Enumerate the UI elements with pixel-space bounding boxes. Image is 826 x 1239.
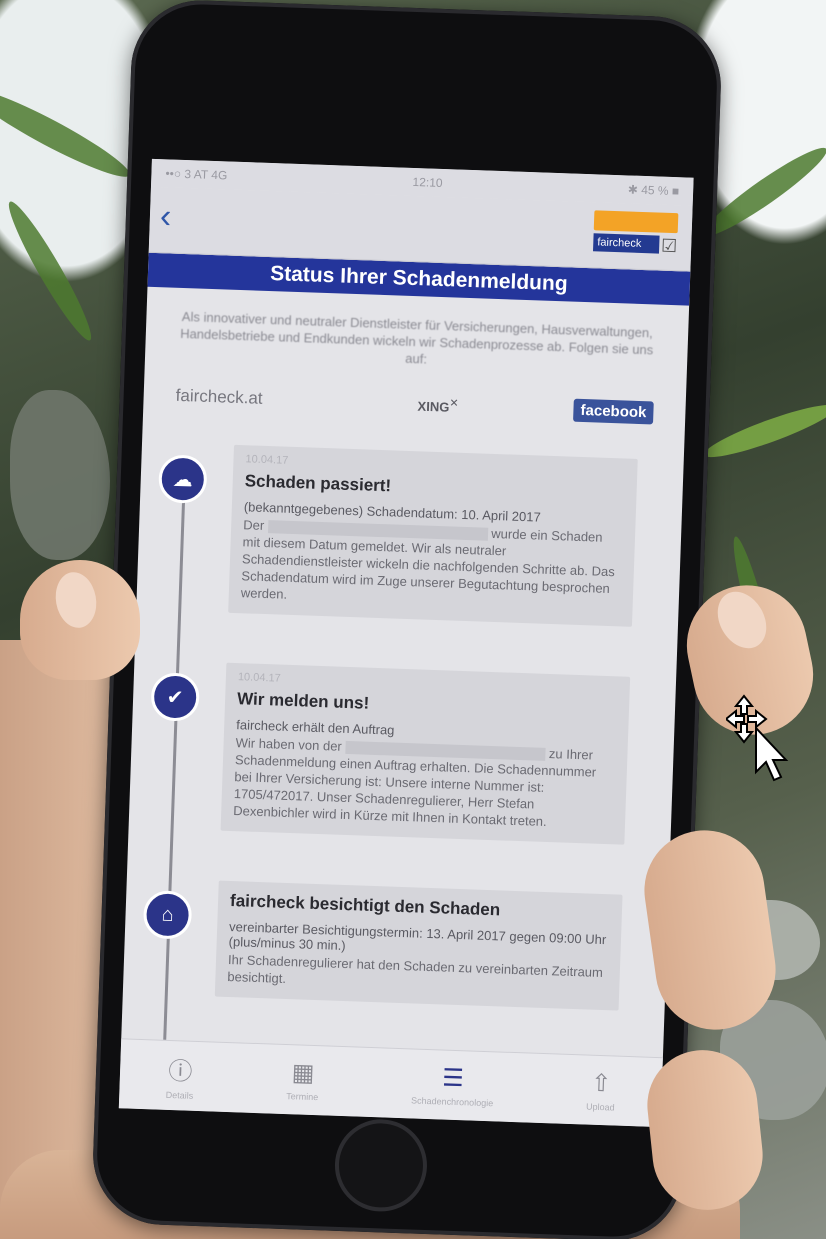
damage-timeline: ☁ 10.04.17 Schaden passiert! (bekanntgeg… <box>123 412 685 1059</box>
home-button[interactable] <box>333 1117 429 1214</box>
timeline-item-wir-melden-uns: ✔ 10.04.17 Wir melden uns! faircheck erh… <box>139 660 657 846</box>
tab-schadenchronologie[interactable]: ☰ Schadenchronologie <box>410 1062 495 1109</box>
timeline-card: faircheck besichtigt den Schaden vereinb… <box>214 880 623 1011</box>
info-icon: ⓘ <box>167 1057 193 1086</box>
carrier-signal: ••○ 3 AT 4G <box>165 166 228 183</box>
timeline-card: 10.04.17 Wir melden uns! faircheck erhäl… <box>220 662 631 845</box>
move-cursor-icon <box>726 694 789 782</box>
upload-icon: ⇧ <box>590 1069 612 1098</box>
chevron-left-icon[interactable]: ‹ <box>159 197 172 235</box>
xing-logo-icon: ✕ <box>449 397 459 410</box>
tab-termine[interactable]: ▦ Termine <box>286 1058 319 1102</box>
logo-text: faircheck <box>592 233 660 254</box>
tab-upload[interactable]: ⇧ Upload <box>586 1069 616 1113</box>
timeline-title: faircheck besichtigt den Schaden <box>229 891 501 920</box>
timeline-card: 10.04.17 Schaden passiert! (bekanntgegeb… <box>228 444 638 627</box>
home-icon: ⌂ <box>142 890 193 940</box>
tab-label: Termine <box>286 1091 319 1103</box>
app-screen: ••○ 3 AT 4G 12:10 ✱ 45 % ■ ‹ faircheck ☑… <box>118 158 694 1128</box>
calendar-icon: ▦ <box>291 1059 315 1088</box>
check-icon: ✔ <box>150 672 201 722</box>
faircheck-logo: faircheck ☑ <box>592 210 679 257</box>
body-text-pre: Der <box>242 517 265 533</box>
logo-orange-bar <box>593 210 679 234</box>
tab-details[interactable]: ⓘ Details <box>166 1051 195 1101</box>
facebook-link[interactable]: facebook <box>573 398 654 424</box>
timeline-body: Wir haben von der zu Ihrer Schadenmeldun… <box>233 734 616 832</box>
smartphone: ••○ 3 AT 4G 12:10 ✱ 45 % ■ ‹ faircheck ☑… <box>90 0 724 1239</box>
timeline-body: Der wurde ein Schaden mit diesem Datum g… <box>241 516 624 614</box>
status-time: 12:10 <box>412 174 443 190</box>
check-square-icon: ☑ <box>660 235 678 257</box>
xing-label: XING <box>417 398 450 415</box>
tab-label: Schadenchronologie <box>410 1095 494 1109</box>
tab-label: Upload <box>585 1101 615 1113</box>
timeline-item-besichtigung: ⌂ faircheck besichtigt den Schaden verei… <box>133 878 649 1012</box>
timeline-item-schaden-passiert: ☁ 10.04.17 Schaden passiert! (bekanntgeg… <box>146 442 664 628</box>
faircheck-link[interactable]: faircheck.at <box>175 386 263 409</box>
tab-bar: ⓘ Details ▦ Termine ☰ Schadenchronologie… <box>118 1038 663 1128</box>
cloud-rain-icon: ☁ <box>157 454 208 504</box>
tab-label: Details <box>165 1089 194 1101</box>
battery-indicator: ✱ 45 % ■ <box>627 182 680 199</box>
body-text-pre: Wir haben von der <box>235 735 343 754</box>
list-icon: ☰ <box>441 1064 465 1093</box>
xing-link[interactable]: XING✕ <box>417 395 458 415</box>
